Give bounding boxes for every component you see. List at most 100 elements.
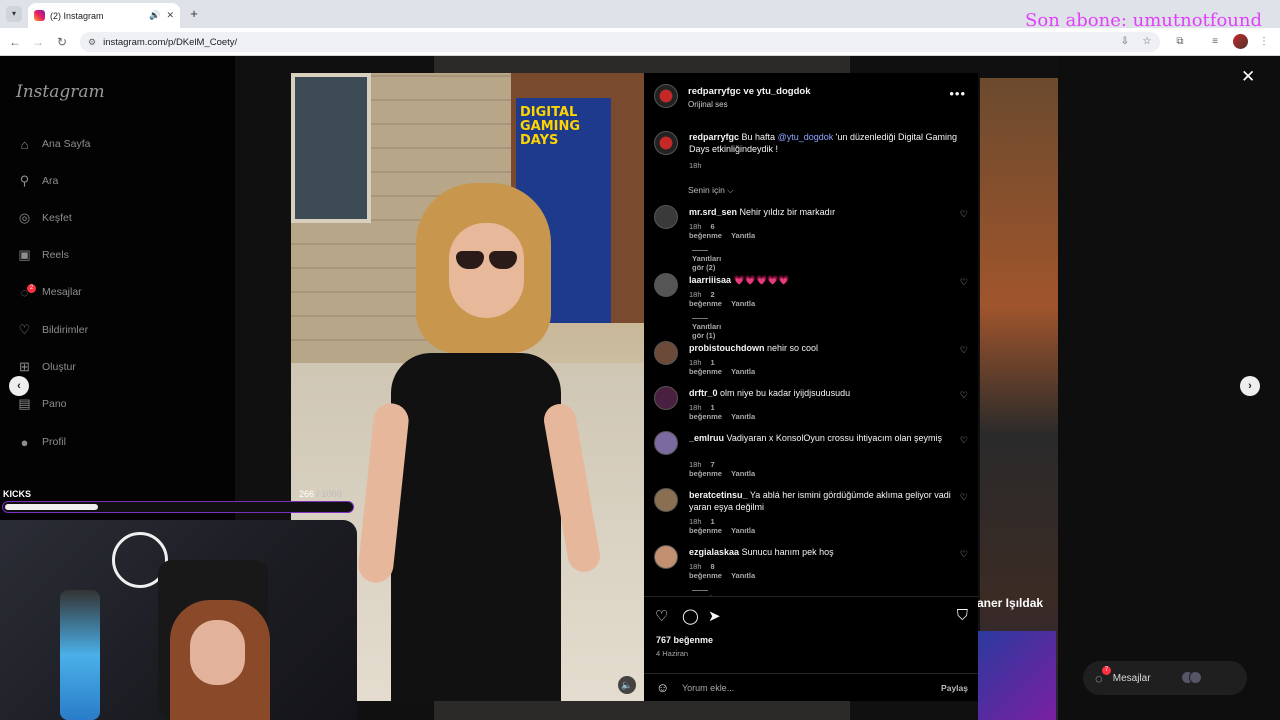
commenter-username[interactable]: probistouchdown <box>689 343 765 353</box>
extensions-icon[interactable]: ⧉ <box>1172 34 1188 50</box>
video-person-face <box>449 223 524 318</box>
install-app-icon[interactable]: ⇩ <box>1117 34 1133 50</box>
url-field[interactable]: ⚙ instagram.com/p/DKelM_Coety/ <box>80 32 1160 52</box>
previous-post-arrow-icon[interactable]: ‹ <box>9 376 29 396</box>
post-date: 4 Haziran <box>656 649 689 658</box>
sidebar-item-profile[interactable]: ● Profil <box>16 430 66 454</box>
sidebar-item-reels[interactable]: ▣ Reels <box>16 243 69 267</box>
commenter-avatar[interactable] <box>654 205 678 229</box>
comment-icon[interactable]: ◯ <box>682 607 699 625</box>
reply-button[interactable]: Yanıtla <box>731 526 755 535</box>
view-replies-button[interactable]: Yanıtları gör (1) <box>692 313 721 340</box>
reply-button[interactable]: Yanıtla <box>731 469 755 478</box>
back-icon[interactable]: ← <box>6 33 24 51</box>
view-replies-label: Yanıtları gör (1) <box>692 322 722 340</box>
post-audio[interactable]: Orijinal ses <box>688 100 728 109</box>
comment-input[interactable] <box>682 679 922 697</box>
comment-like-icon[interactable]: ♡ <box>960 390 968 401</box>
comment-body: Sunucu hanım pek hoş <box>741 547 834 557</box>
share-icon[interactable]: ➤ <box>708 607 721 625</box>
comment-sort-dropdown[interactable]: Senin için ⌵ <box>688 185 734 196</box>
author-avatar[interactable] <box>654 84 678 108</box>
instagram-favicon-icon <box>34 10 45 21</box>
menu-kebab-icon[interactable]: ⋮ <box>1256 34 1272 50</box>
reload-icon[interactable]: ↻ <box>53 33 71 51</box>
instagram-logo[interactable]: Instagram <box>16 82 105 102</box>
microphone <box>60 590 100 720</box>
commenter-username[interactable]: beratcetinsu_ <box>689 490 748 500</box>
next-post-banner-text: aner Işıldak <box>977 596 1044 610</box>
sidebar-item-explore[interactable]: ◎ Keşfet <box>16 206 72 230</box>
commenter-avatar[interactable] <box>654 273 678 297</box>
caption-mention[interactable]: @ytu_dogdok <box>778 132 834 142</box>
commenter-username[interactable]: laarriiisaa <box>689 275 731 285</box>
commenter-avatar[interactable] <box>654 431 678 455</box>
comment-like-icon[interactable]: ♡ <box>960 492 968 503</box>
caption-avatar[interactable] <box>654 131 678 155</box>
volume-icon[interactable]: 🔈 <box>618 676 636 694</box>
comment-text: probistouchdown nehir so cool <box>689 342 959 354</box>
profile-avatar[interactable] <box>1233 34 1248 49</box>
bookmark-star-icon[interactable]: ☆ <box>1139 34 1155 50</box>
reply-button[interactable]: Yanıtla <box>731 412 755 421</box>
comment-like-icon[interactable]: ♡ <box>960 277 968 288</box>
emoji-icon[interactable]: ☺ <box>656 680 669 695</box>
comment-text: beratcetinsu_ Ya ablá her ismini gördüğü… <box>689 489 959 513</box>
post-comment-button[interactable]: Paylaş <box>941 683 968 693</box>
reply-button[interactable]: Yanıtla <box>731 367 755 376</box>
commenter-avatar[interactable] <box>654 341 678 365</box>
commenter-avatar[interactable] <box>654 386 678 410</box>
tab-search-button[interactable]: ▾ <box>6 6 22 22</box>
commenter-avatar[interactable] <box>654 488 678 512</box>
forward-icon[interactable]: → <box>29 33 47 51</box>
sort-label: Senin için <box>688 185 725 195</box>
new-tab-button[interactable]: + <box>186 6 202 22</box>
comment-like-icon[interactable]: ♡ <box>960 435 968 446</box>
sidebar-item-create[interactable]: ⊞ Oluştur <box>16 355 76 379</box>
close-tab-icon[interactable]: ✕ <box>166 10 174 21</box>
view-replies-button[interactable]: Yanıtları gör (2) <box>692 245 721 272</box>
messages-badge: 2 <box>27 283 36 293</box>
close-icon[interactable]: ✕ <box>1241 67 1255 87</box>
reading-list-icon[interactable]: ≡ <box>1207 34 1223 50</box>
sidebar-item-dashboard[interactable]: ▤ Pano <box>16 392 66 416</box>
address-bar: ← → ↻ ⚙ instagram.com/p/DKelM_Coety/ ⇩ ☆… <box>0 28 1280 56</box>
reply-button[interactable]: Yanıtla <box>731 571 755 580</box>
likes-count[interactable]: 767 beğenme <box>656 635 713 645</box>
like-icon[interactable]: ♡ <box>655 607 668 625</box>
save-bookmark-icon[interactable]: ⛉ <box>957 607 968 624</box>
avatar-icon: ● <box>20 434 29 450</box>
speaker-icon[interactable]: 🔊 <box>149 10 160 21</box>
sidebar-item-label: Oluştur <box>42 361 76 373</box>
sidebar-item-home[interactable]: ⌂ Ana Sayfa <box>16 132 91 156</box>
streamer-face <box>190 620 245 685</box>
kicks-current: 266 <box>299 489 315 499</box>
caption-username[interactable]: redparryfgc <box>689 132 739 142</box>
comment-like-icon[interactable]: ♡ <box>960 345 968 356</box>
reply-button[interactable]: Yanıtla <box>731 299 755 308</box>
plus-square-icon: ⊞ <box>19 359 30 374</box>
more-options-icon[interactable]: ••• <box>949 86 966 101</box>
messages-floating-button[interactable]: ◌ 7 Mesajlar <box>1083 661 1247 695</box>
poster-text: DIGITAL GAMING DAYS <box>520 105 581 148</box>
commenter-username[interactable]: ezgialaskaa <box>689 547 739 557</box>
sidebar-item-messages[interactable]: ◌ 2 Mesajlar <box>16 280 82 304</box>
comment-body: Vadiyaran x KonsolOyun crossu ihtiyacım … <box>726 433 942 443</box>
commenter-avatar[interactable] <box>654 545 678 569</box>
comment-like-icon[interactable]: ♡ <box>960 549 968 560</box>
next-post-arrow-icon[interactable]: › <box>1240 376 1260 396</box>
commenter-username[interactable]: _emlruu <box>689 433 724 443</box>
commenter-username[interactable]: mr.srd_sen <box>689 207 737 217</box>
site-info-icon[interactable]: ⚙ <box>88 37 96 48</box>
commenter-username[interactable]: drftr_0 <box>689 388 718 398</box>
reply-button[interactable]: Yanıtla <box>731 231 755 240</box>
browser-tab[interactable]: (2) Instagram 🔊 ✕ <box>28 3 180 28</box>
comment-box: ☺ Paylaş <box>644 673 978 701</box>
comment-meta: 18h 2 beğenme Yanıtla <box>689 290 764 308</box>
comment-like-icon[interactable]: ♡ <box>960 209 968 220</box>
sidebar-item-notifications[interactable]: ♡ Bildirimler <box>16 318 88 342</box>
post-authors[interactable]: redparryfgc ve ytu_dogdok <box>688 86 810 97</box>
sidebar-item-search[interactable]: ⚲ Ara <box>16 169 59 193</box>
comment-text: _emlruu Vadiyaran x KonsolOyun crossu ih… <box>689 432 959 444</box>
caption-time: 18h <box>689 161 702 170</box>
